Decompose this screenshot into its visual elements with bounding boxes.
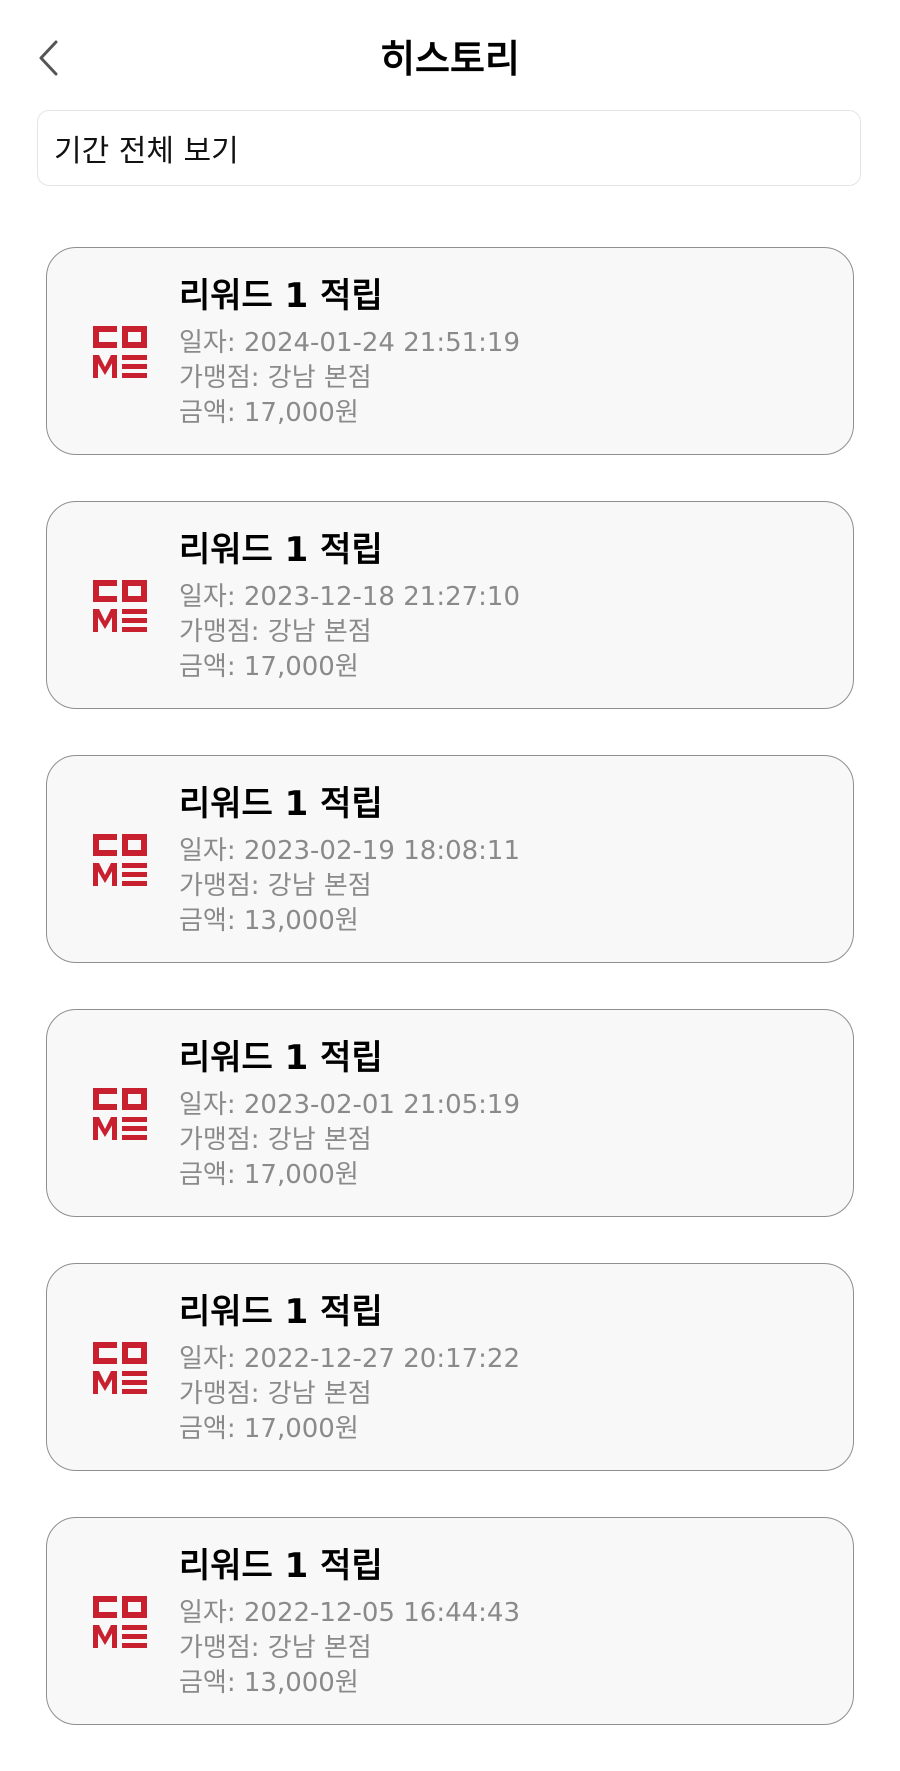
history-item-date: 일자: 2023-02-19 18:08:11: [179, 836, 521, 866]
history-item[interactable]: 리워드 1 적립 일자: 2022-12-27 20:17:22 가맹점: 강남…: [46, 1263, 854, 1471]
history-item-date: 일자: 2022-12-27 20:17:22: [179, 1344, 521, 1374]
header: 히스토리: [0, 0, 900, 108]
history-item-amount: 금액: 17,000원: [179, 1414, 359, 1444]
history-item[interactable]: 리워드 1 적립 일자: 2023-02-19 18:08:11 가맹점: 강남…: [46, 755, 854, 963]
history-item[interactable]: 리워드 1 적립 일자: 2023-12-18 21:27:10 가맹점: 강남…: [46, 501, 854, 709]
history-list: 리워드 1 적립 일자: 2024-01-24 21:51:19 가맹점: 강남…: [46, 247, 854, 1771]
history-item-store: 가맹점: 강남 본점: [179, 871, 372, 901]
history-item[interactable]: 리워드 1 적립 일자: 2023-02-01 21:05:19 가맹점: 강남…: [46, 1009, 854, 1217]
brand-logo: [93, 1088, 147, 1140]
brand-logo: [93, 1596, 147, 1648]
history-item-amount: 금액: 17,000원: [179, 652, 359, 682]
history-item-store: 가맹점: 강남 본점: [179, 1125, 372, 1155]
history-item-store: 가맹점: 강남 본점: [179, 1379, 372, 1409]
brand-logo: [93, 834, 147, 886]
history-item-date: 일자: 2022-12-05 16:44:43: [179, 1598, 521, 1628]
history-item-title: 리워드 1 적립: [179, 1546, 383, 1586]
history-item-amount: 금액: 13,000원: [179, 906, 359, 936]
brand-logo: [93, 326, 147, 378]
history-item-store: 가맹점: 강남 본점: [179, 363, 372, 393]
history-item-title: 리워드 1 적립: [179, 1038, 383, 1078]
brand-logo: [93, 1342, 147, 1394]
history-item-date: 일자: 2024-01-24 21:51:19: [179, 328, 521, 358]
history-item-amount: 금액: 17,000원: [179, 1160, 359, 1190]
history-item-title: 리워드 1 적립: [179, 530, 383, 570]
history-item-date: 일자: 2023-02-01 21:05:19: [179, 1090, 521, 1120]
history-item-title: 리워드 1 적립: [179, 276, 383, 316]
history-item-store: 가맹점: 강남 본점: [179, 617, 372, 647]
history-item[interactable]: 리워드 1 적립 일자: 2024-01-24 21:51:19 가맹점: 강남…: [46, 247, 854, 455]
page-title: 히스토리: [380, 37, 520, 81]
history-item-amount: 금액: 17,000원: [179, 398, 359, 428]
history-item-title: 리워드 1 적립: [179, 1292, 383, 1332]
history-item-amount: 금액: 13,000원: [179, 1668, 359, 1698]
history-item[interactable]: 리워드 1 적립 일자: 2022-12-05 16:44:43 가맹점: 강남…: [46, 1517, 854, 1725]
brand-logo: [93, 580, 147, 632]
history-item-date: 일자: 2023-12-18 21:27:10: [179, 582, 521, 612]
history-item-store: 가맹점: 강남 본점: [179, 1633, 372, 1663]
history-item-title: 리워드 1 적립: [179, 784, 383, 824]
period-filter-select[interactable]: 기간 전체 보기: [37, 110, 861, 186]
period-filter-label: 기간 전체 보기: [54, 134, 239, 169]
